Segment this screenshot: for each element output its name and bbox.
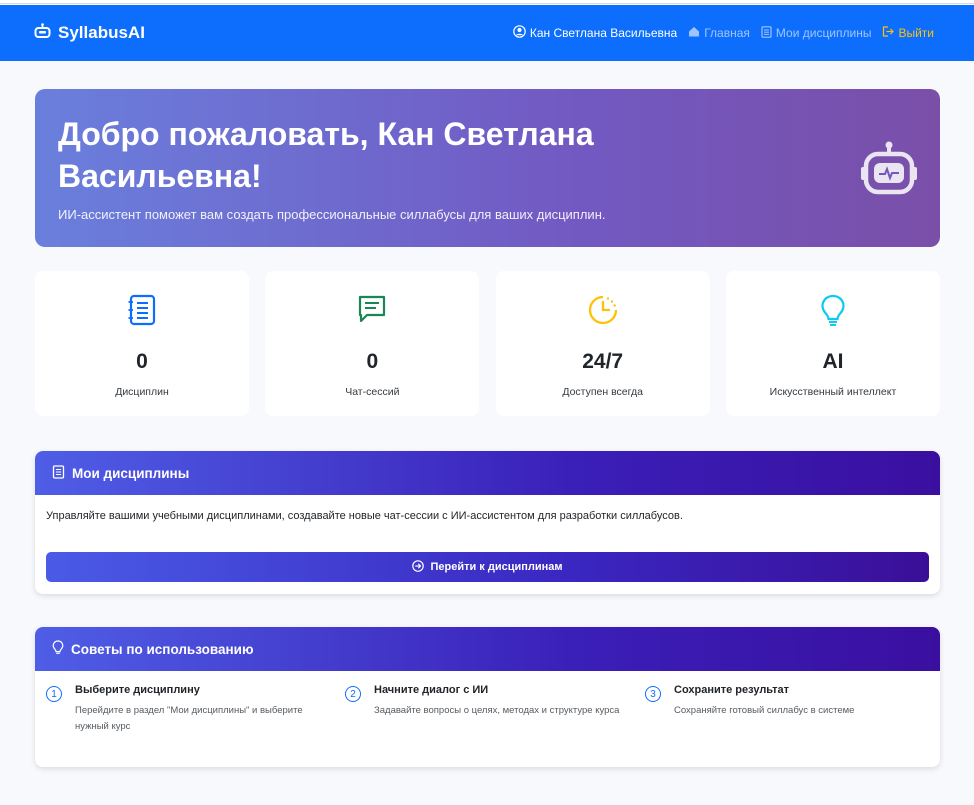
nav-home-link[interactable]: Главная bbox=[688, 26, 750, 40]
logout-link[interactable]: Выйти bbox=[882, 26, 934, 40]
journal-icon bbox=[761, 25, 776, 41]
tip-title: Начните диалог с ИИ bbox=[374, 684, 489, 696]
card-title: Мои дисциплины bbox=[72, 465, 190, 481]
tip-title: Выберите дисциплину bbox=[75, 684, 200, 696]
step-number-icon: 3 bbox=[645, 686, 661, 702]
stat-label: Дисциплин bbox=[115, 386, 169, 398]
nav-disciplines-link[interactable]: Мои дисциплины bbox=[761, 25, 872, 41]
stat-value: 0 bbox=[136, 350, 148, 373]
clock-icon bbox=[587, 294, 619, 328]
nav-home-label: Главная bbox=[704, 26, 750, 40]
welcome-subtitle: ИИ-ассистент поможет вам создать професс… bbox=[58, 207, 606, 222]
window-top-border bbox=[0, 0, 974, 4]
card-header: Мои дисциплины bbox=[35, 451, 940, 495]
stat-card-ai: AI Искусственный интеллект bbox=[725, 271, 940, 416]
stat-label: Чат-сессий bbox=[345, 386, 400, 398]
navbar: SyllabusAI Кан Светлана Васильевна Главн… bbox=[0, 5, 974, 61]
stat-label: Искусственный интеллект bbox=[769, 386, 897, 398]
go-to-disciplines-button[interactable]: Перейти к дисциплинам bbox=[46, 552, 929, 582]
tips-card: Советы по использованию 1 Выберите дисци… bbox=[35, 627, 940, 767]
lightbulb-icon bbox=[820, 294, 846, 328]
robot-icon bbox=[34, 22, 58, 44]
stat-value: 24/7 bbox=[582, 350, 624, 373]
brand-link[interactable]: SyllabusAI bbox=[34, 5, 145, 61]
stat-card-chats: 0 Чат-сессий bbox=[265, 271, 480, 416]
card-description: Управляйте вашими учебными дисциплинами,… bbox=[46, 510, 683, 522]
user-menu[interactable]: Кан Светлана Васильевна bbox=[513, 25, 677, 41]
button-label: Перейти к дисциплинам bbox=[430, 561, 563, 573]
tip-text: Задавайте вопросы о целях, методах и стр… bbox=[374, 705, 620, 716]
logout-icon bbox=[882, 26, 898, 40]
user-name: Кан Светлана Васильевна bbox=[529, 26, 678, 40]
brand-name: SyllabusAI bbox=[58, 23, 145, 42]
nav-menu: Кан Светлана Васильевна Главная Мои дисц… bbox=[502, 5, 934, 61]
tip-title: Сохраните результат bbox=[674, 684, 789, 696]
card-title: Советы по использованию bbox=[71, 641, 254, 657]
robot-icon bbox=[860, 141, 918, 202]
card-header: Советы по использованию bbox=[35, 627, 940, 671]
nav-disciplines-label: Мои дисциплины bbox=[775, 26, 872, 40]
lightbulb-icon bbox=[52, 640, 71, 658]
journal-icon bbox=[128, 294, 156, 328]
disciplines-card: Мои дисциплины Управляйте вашими учебным… bbox=[35, 451, 940, 594]
tip-text: Перейдите в раздел "Мои дисциплины" и вы… bbox=[75, 705, 303, 732]
tip-text: Сохраняйте готовый силлабус в системе bbox=[674, 705, 855, 716]
welcome-banner: Добро пожаловать, Кан Светлана Васильевн… bbox=[35, 89, 940, 247]
user-circle-icon bbox=[513, 25, 530, 41]
stat-card-availability: 24/7 Доступен всегда bbox=[495, 271, 710, 416]
chat-icon bbox=[357, 294, 387, 328]
welcome-title: Добро пожаловать, Кан Светлана Васильевн… bbox=[58, 116, 594, 194]
stat-value: 0 bbox=[366, 350, 379, 373]
step-number-icon: 1 bbox=[46, 686, 62, 702]
house-icon bbox=[688, 26, 704, 40]
stats-row: 0 Дисциплин 0 Чат-сессий 24/7 Доступен в… bbox=[35, 271, 940, 416]
stat-value: AI bbox=[822, 350, 844, 373]
journal-icon bbox=[52, 464, 72, 482]
logout-label: Выйти bbox=[898, 26, 934, 40]
step-number-icon: 2 bbox=[345, 686, 361, 702]
arrow-right-circle-icon bbox=[412, 559, 430, 575]
stat-label: Доступен всегда bbox=[562, 386, 643, 398]
stat-card-disciplines: 0 Дисциплин bbox=[35, 271, 249, 416]
